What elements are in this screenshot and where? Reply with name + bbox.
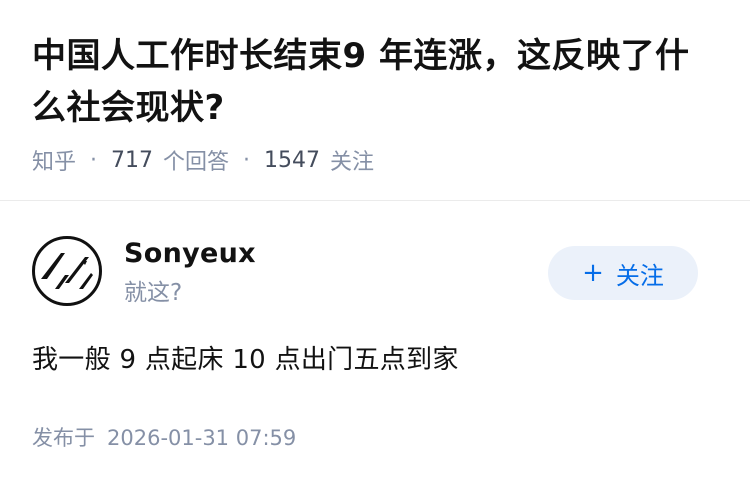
author-avatar[interactable] [32,236,102,306]
source-label: 知乎 [32,150,77,175]
answer-count: 717 [111,147,154,173]
publish-time: 2026-01-31 07:59 [107,426,297,450]
author-bio: 就这? [124,280,183,306]
author-name[interactable]: Sonyeux [124,236,256,272]
answer-text: 我一般 9 点起床 10 点出门五点到家 [32,345,459,375]
answer-count-label: 个回答 [163,150,230,175]
publish-label: 发布于 [32,426,95,450]
meta-separator: · [90,147,98,173]
follow-count: 1547 [264,147,321,173]
plus-icon: + [582,258,604,288]
question-title[interactable]: 中国人工作时长结束9 年连涨，这反映了什么社会现状? [32,30,722,134]
follow-button-label: 关注 [615,261,664,290]
follow-count-label: 关注 [330,150,375,175]
publish-info: 发布于 2026-01-31 07:59 [32,420,296,456]
section-divider [0,200,750,201]
stylized-li-logo-icon [41,253,93,289]
meta-separator: · [243,147,251,173]
question-meta: 知乎 · 717 个回答 · 1547 关注 [32,140,374,180]
follow-button[interactable]: + 关注 [548,246,698,300]
question-header: 中国人工作时长结束9 年连涨，这反映了什么社会现状? [32,30,722,134]
